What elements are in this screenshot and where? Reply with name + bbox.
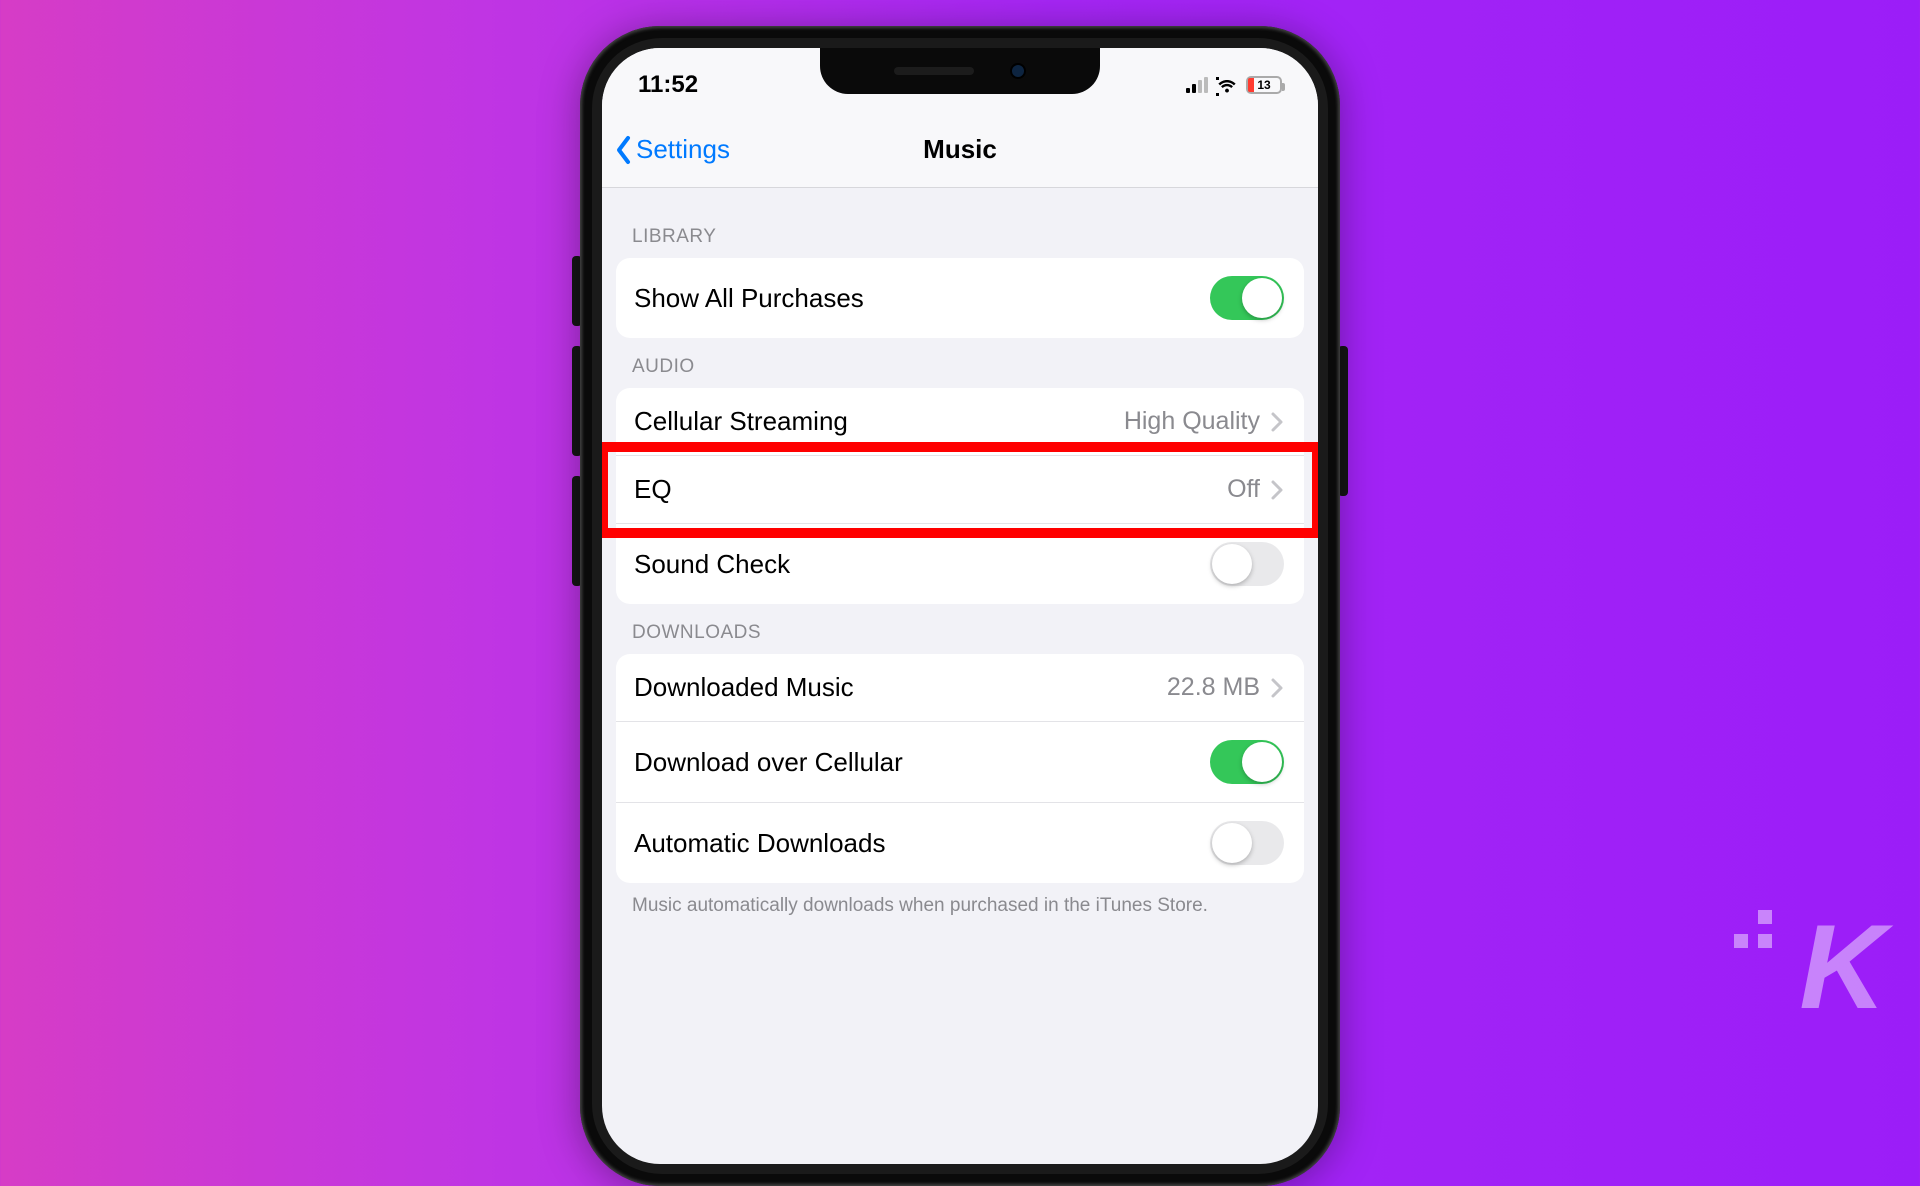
- row-label: Cellular Streaming: [634, 406, 848, 437]
- group-audio: Cellular Streaming High Quality EQ Off: [616, 388, 1304, 604]
- row-value: Off: [1227, 475, 1260, 504]
- chevron-left-icon: [614, 135, 632, 165]
- chevron-right-icon: [1270, 677, 1284, 699]
- settings-content: LIBRARY Show All Purchases AUDIO Cellula…: [602, 188, 1318, 919]
- toggle-show-all-purchases[interactable]: [1210, 276, 1284, 320]
- cellular-signal-icon: [1186, 77, 1208, 93]
- row-automatic-downloads[interactable]: Automatic Downloads: [616, 803, 1304, 883]
- front-camera: [1010, 63, 1026, 79]
- row-label: Automatic Downloads: [634, 828, 885, 859]
- toggle-download-over-cellular[interactable]: [1210, 740, 1284, 784]
- device-notch: [820, 48, 1100, 94]
- section-header-library: LIBRARY: [602, 208, 1318, 258]
- group-library: Show All Purchases: [616, 258, 1304, 338]
- row-label: Sound Check: [634, 549, 790, 580]
- back-label: Settings: [636, 134, 730, 165]
- section-footer-downloads: Music automatically downloads when purch…: [602, 883, 1318, 919]
- nav-bar: Settings Music: [602, 112, 1318, 188]
- battery-icon: 13: [1246, 76, 1282, 94]
- row-label: EQ: [634, 474, 672, 505]
- battery-percent: 13: [1257, 78, 1270, 92]
- section-header-audio: AUDIO: [602, 338, 1318, 388]
- group-downloads: Downloaded Music 22.8 MB Download over C…: [616, 654, 1304, 883]
- chevron-right-icon: [1270, 411, 1284, 433]
- speaker-grille: [894, 67, 974, 75]
- status-time: 11:52: [638, 71, 698, 99]
- chevron-right-icon: [1270, 479, 1284, 501]
- watermark-dots: [1734, 910, 1772, 948]
- back-button[interactable]: Settings: [602, 134, 730, 165]
- row-download-over-cellular[interactable]: Download over Cellular: [616, 722, 1304, 803]
- row-cellular-streaming[interactable]: Cellular Streaming High Quality: [616, 388, 1304, 456]
- row-sound-check[interactable]: Sound Check: [616, 524, 1304, 604]
- watermark-letter: K: [1799, 898, 1880, 1036]
- page-title: Music: [923, 134, 997, 165]
- phone-frame: 11:52 13: [580, 26, 1340, 1186]
- row-value: High Quality: [1124, 407, 1260, 436]
- row-label: Show All Purchases: [634, 283, 864, 314]
- row-label: Downloaded Music: [634, 672, 854, 703]
- row-eq[interactable]: EQ Off: [616, 456, 1304, 524]
- phone-screen: 11:52 13: [602, 48, 1318, 1164]
- row-label: Download over Cellular: [634, 747, 903, 778]
- row-show-all-purchases[interactable]: Show All Purchases: [616, 258, 1304, 338]
- wifi-icon: [1216, 77, 1238, 93]
- toggle-sound-check[interactable]: [1210, 542, 1284, 586]
- section-header-downloads: DOWNLOADS: [602, 604, 1318, 654]
- row-value: 22.8 MB: [1167, 673, 1260, 702]
- toggle-automatic-downloads[interactable]: [1210, 821, 1284, 865]
- row-downloaded-music[interactable]: Downloaded Music 22.8 MB: [616, 654, 1304, 722]
